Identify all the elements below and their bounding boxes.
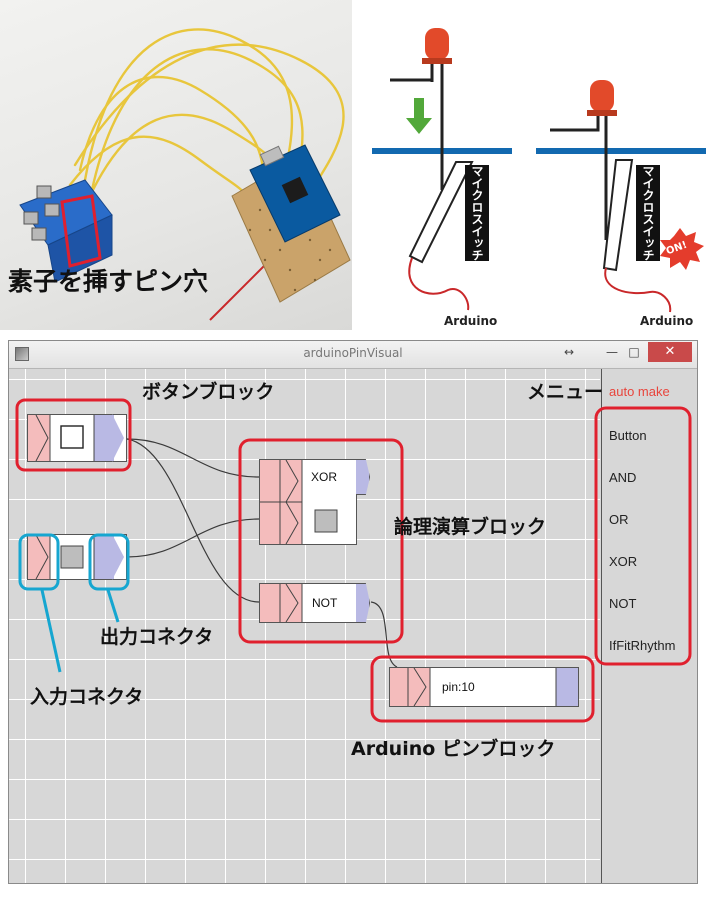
- xor-block-art: [260, 460, 338, 544]
- menu-item-or[interactable]: OR: [609, 512, 629, 527]
- annotation-button-block: ボタンブロック: [142, 381, 275, 403]
- menu-item-auto-make[interactable]: auto make: [609, 384, 670, 399]
- arduino-pin-block-art: [390, 668, 578, 706]
- xor-block-label: XOR: [311, 470, 338, 484]
- photo-caption: 素子を挿すピン穴: [8, 267, 209, 296]
- block-menu: auto make Button AND OR XOR NOT IfFitRhy…: [601, 369, 697, 883]
- arduino-label-left: Arduino: [444, 314, 498, 328]
- wire: [126, 518, 260, 558]
- button-block[interactable]: [27, 414, 127, 462]
- output-connector-tip: [112, 414, 124, 462]
- switch-label-right: マイクロスイッチ: [636, 165, 660, 261]
- resize-icon[interactable]: ↔: [560, 342, 578, 362]
- arduino-pin-block[interactable]: pin:10: [389, 667, 579, 707]
- menu-item-and[interactable]: AND: [609, 470, 636, 485]
- menu-item-not[interactable]: NOT: [609, 596, 636, 611]
- switch-diagram: マイクロスイッチ マイクロスイッチ Arduino Arduino ON!: [360, 0, 712, 330]
- annotation-logic-block: 論理演算ブロック: [394, 516, 547, 538]
- annotation-input-connector: 入力コネクタ: [30, 686, 144, 708]
- annotation-output-connector: 出力コネクタ: [100, 626, 214, 648]
- window-title: arduinoPinVisual: [303, 346, 403, 360]
- wire: [126, 438, 260, 478]
- not-block-art: [260, 584, 303, 622]
- annotation-arduino-pin-block: Arduino ピンブロック: [351, 738, 556, 760]
- arduino-label-right: Arduino: [640, 314, 694, 328]
- menu-item-iffitrhythm[interactable]: IfFitRhythm: [609, 638, 675, 653]
- maximize-button[interactable]: □: [625, 342, 643, 362]
- app-window: arduinoPinVisual ↔ — □ ✕ XOR NOT pin:10 …: [8, 340, 698, 884]
- xor-block[interactable]: XOR: [259, 459, 357, 545]
- menu-item-button[interactable]: Button: [609, 428, 647, 443]
- menu-item-xor[interactable]: XOR: [609, 554, 637, 569]
- button-block[interactable]: [27, 534, 127, 580]
- block-canvas[interactable]: XOR NOT pin:10: [9, 369, 600, 883]
- annotation-menu: メニュー: [527, 381, 604, 403]
- minimize-button[interactable]: —: [603, 342, 621, 362]
- hardware-photo: 素子を挿すピン穴: [0, 0, 352, 330]
- switch-label-left: マイクロスイッチ: [465, 165, 489, 261]
- not-block-label: NOT: [312, 596, 338, 610]
- close-button[interactable]: ✕: [648, 342, 692, 362]
- down-arrow-icon: [406, 98, 432, 134]
- wire: [370, 601, 398, 668]
- output-connector-tip: [112, 534, 124, 580]
- led-icon: [422, 28, 452, 190]
- not-block[interactable]: NOT: [259, 583, 357, 623]
- title-bar[interactable]: arduinoPinVisual ↔ — □ ✕: [9, 341, 697, 369]
- pin-block-label: pin:10: [442, 680, 475, 694]
